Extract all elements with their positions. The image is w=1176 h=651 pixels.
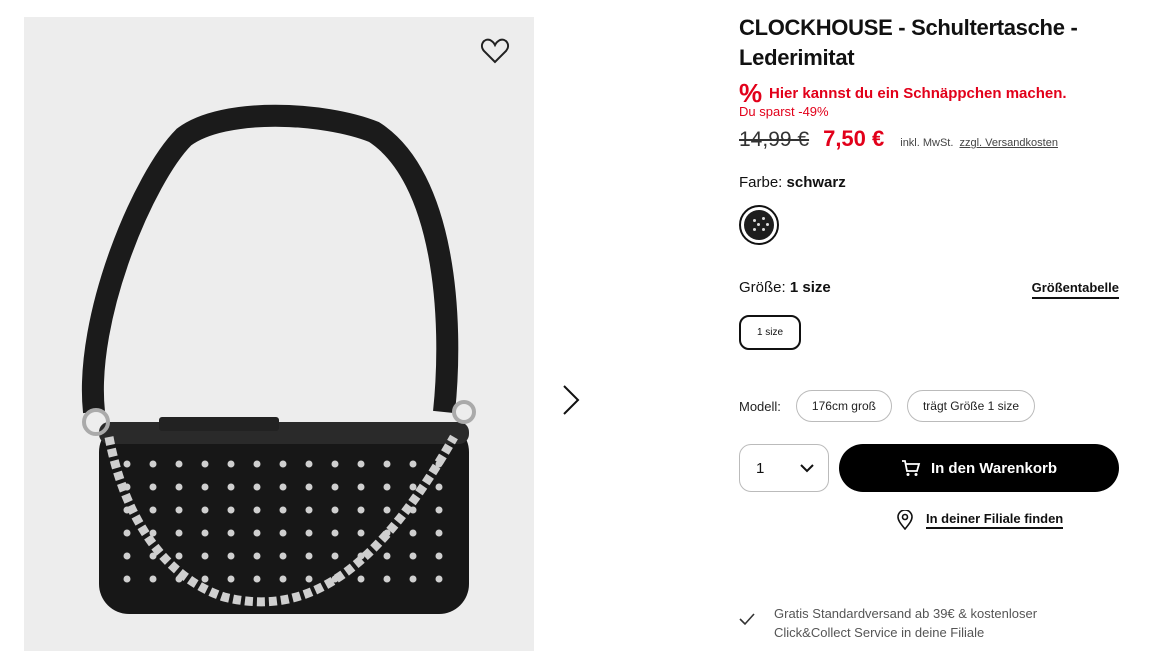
size-selection-label: Größe: 1 size [739,279,831,296]
tax-label: inkl. MwSt. [900,137,954,149]
quantity-value: 1 [756,459,765,477]
size-chart-link[interactable]: Größentabelle [1031,280,1119,299]
tax-note: inkl. MwSt. zzgl. Versandkosten [900,137,1058,149]
percent-icon: % [739,78,763,108]
deal-text: Hier kannst du ein Schnäppchen machen. [769,84,1067,102]
sale-price: 7,50 € [823,126,885,151]
find-in-store-label: In deiner Filiale finden [926,511,1064,529]
price-row: 14,99 € 7,50 € inkl. MwSt. zzgl. Versand… [739,126,1058,152]
shipping-costs-link[interactable]: zzgl. Versandkosten [960,137,1058,149]
shipping-info: Gratis Standardversand ab 39€ & kostenlo… [739,604,1074,642]
size-option-1-size[interactable]: 1 size [739,315,801,350]
check-icon [739,613,755,626]
model-size-chip: trägt Größe 1 size [906,390,1035,422]
color-swatch-black[interactable] [739,205,779,245]
model-height-chip: 176cm groß [795,390,892,422]
size-value: 1 size [789,279,831,296]
color-selection-label: Farbe: schwarz [739,174,846,191]
color-value: schwarz [786,174,846,191]
chevron-down-icon [800,460,814,477]
add-to-cart-label: In den Warenkorb [930,459,1058,477]
model-info: Modell: 176cm groß trägt Größe 1 size [739,390,1050,422]
model-label: Modell: [739,398,781,414]
chevron-right-icon[interactable] [560,384,582,416]
savings-text: Du sparst -49% [739,104,829,119]
old-price: 14,99 € [739,128,810,151]
location-pin-icon [897,510,913,530]
color-label: Farbe: [739,174,783,191]
quantity-select[interactable]: 1 [739,444,829,492]
add-to-cart-button[interactable]: In den Warenkorb [839,444,1119,492]
shipping-info-text: Gratis Standardversand ab 39€ & kostenlo… [774,606,1038,640]
find-in-store-link[interactable]: In deiner Filiale finden [897,510,1064,530]
size-label: Größe: [739,279,786,296]
product-image [81,104,476,614]
cart-icon [901,459,921,476]
product-title: CLOCKHOUSE - Schultertasche - Lederimita… [739,15,1078,70]
product-gallery [24,17,534,651]
swatch-fill [744,210,774,240]
wishlist-heart-icon[interactable] [480,37,512,67]
deal-banner: % Hier kannst du ein Schnäppchen machen. [739,80,1067,106]
